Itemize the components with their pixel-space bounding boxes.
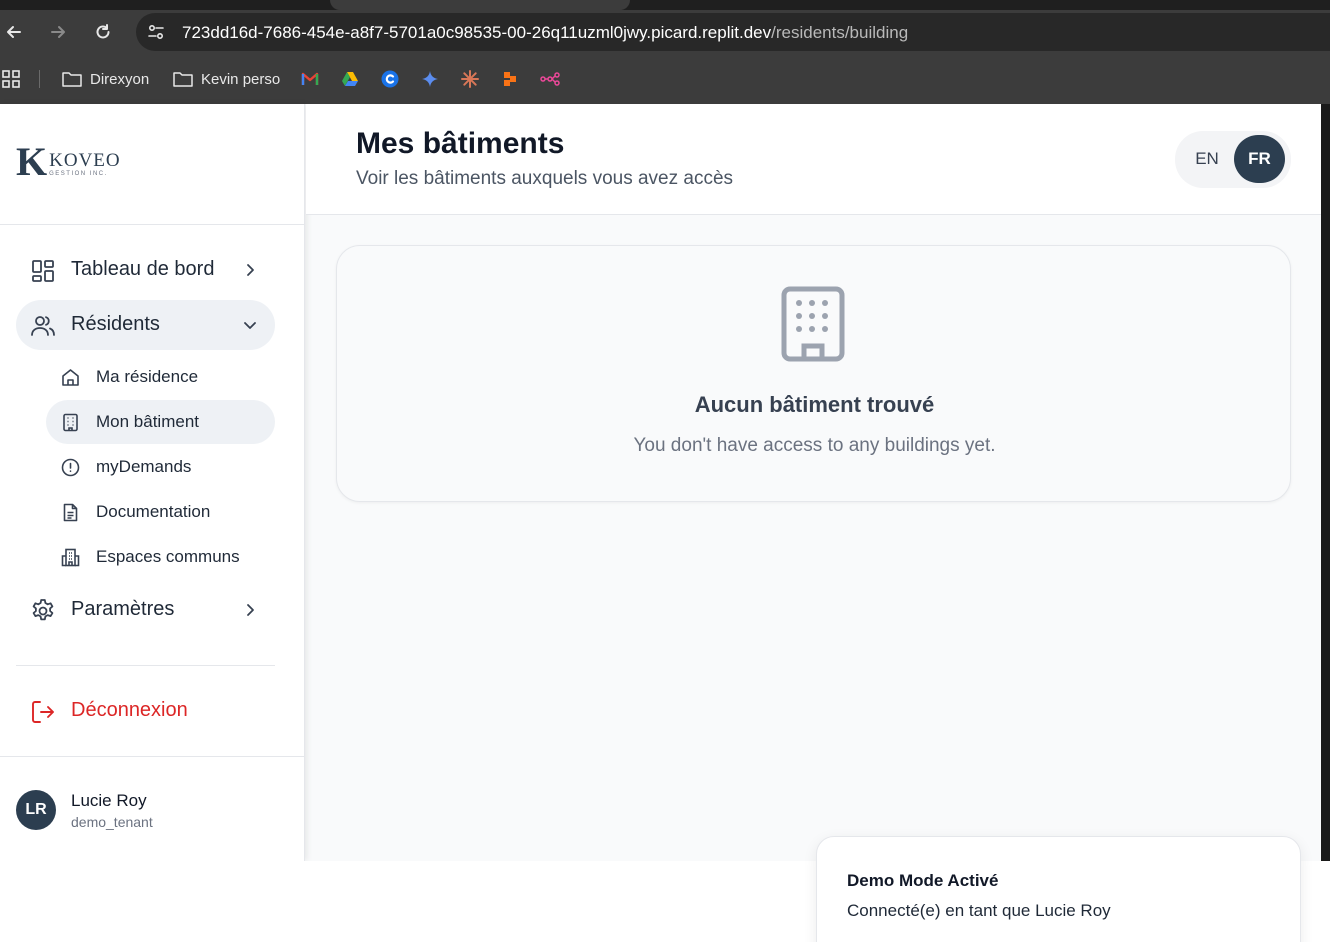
nav-item-label: Tableau de bord (71, 258, 215, 280)
sidebar-item-espaces-communs[interactable]: Espaces communs (46, 535, 275, 579)
alert-circle-icon (61, 458, 80, 477)
url-host: 723dd16d-7686-454e-a8f7-5701a0c98535-00-… (182, 23, 772, 42)
bookmark-label: Kevin perso (201, 70, 281, 88)
folder-icon (62, 72, 82, 87)
chevron-down-icon (244, 322, 256, 329)
flow-icon[interactable] (540, 70, 560, 88)
back-icon[interactable] (2, 20, 26, 44)
user-name: Lucie Roy (71, 791, 147, 810)
folder-icon (173, 72, 193, 87)
page-header: Mes bâtiments Voir les bâtiments auxquel… (306, 104, 1321, 215)
window-edge (1321, 104, 1330, 864)
sidebar-item-label: Espaces communs (96, 547, 240, 566)
bookmarks-bar: Direxyon Kevin perso (0, 54, 1330, 104)
chevron-right-icon (247, 604, 254, 616)
sidebar-item-label: Documentation (96, 502, 211, 521)
gemini-icon[interactable] (421, 70, 439, 88)
bookmark-kevin-perso[interactable]: Kevin perso (173, 68, 280, 90)
site-settings-icon[interactable] (146, 22, 166, 42)
logout-icon (32, 701, 54, 723)
home-icon (62, 369, 79, 386)
nav-item-label: Paramètres (71, 598, 175, 620)
page-title: Mes bâtiments (356, 127, 565, 160)
empty-state-card: Aucun bâtiment trouvé You don't have acc… (336, 245, 1291, 502)
bookmark-direxyon[interactable]: Direxyon (62, 68, 149, 90)
avatar: LR (16, 790, 56, 830)
logo-area: K KOVEO GESTION INC. (0, 104, 305, 225)
sidebar: K KOVEO GESTION INC. Tableau de bord Rés… (0, 104, 305, 861)
tab-strip (0, 0, 1330, 10)
nav-item-dashboard[interactable]: Tableau de bord (16, 245, 275, 295)
logo-mark: K (16, 139, 48, 184)
bookmark-label: Direxyon (90, 70, 150, 88)
forward-icon[interactable] (46, 20, 70, 44)
lang-fr-button[interactable]: FR (1234, 135, 1285, 183)
browser-toolbar: 723dd16d-7686-454e-a8f7-5701a0c98535-00-… (0, 10, 1330, 54)
gear-icon (32, 599, 54, 621)
document-icon (63, 503, 78, 522)
url-path: /residents/building (771, 23, 909, 42)
nav-item-label: Résidents (71, 313, 160, 335)
nav-item-parametres[interactable]: Paramètres (16, 585, 275, 635)
koveo-logo[interactable]: K KOVEO GESTION INC. (16, 139, 121, 184)
page-subtitle: Voir les bâtiments auxquels vous avez ac… (356, 168, 734, 189)
logout-label: Déconnexion (71, 699, 188, 721)
sidebar-item-ma-residence[interactable]: Ma résidence (46, 355, 275, 399)
sidebar-item-documentation[interactable]: Documentation (46, 490, 275, 534)
sidebar-item-mydemands[interactable]: myDemands (46, 445, 275, 489)
logout-button[interactable]: Déconnexion (16, 686, 275, 736)
dashboard-icon (32, 260, 54, 282)
user-role: demo_tenant (71, 814, 153, 830)
logo-subtitle: GESTION INC. (49, 171, 108, 177)
user-profile[interactable]: LR Lucie Roy demo_tenant (0, 756, 305, 861)
building-icon (781, 286, 845, 362)
nav-item-residents[interactable]: Résidents (16, 300, 275, 350)
users-icon (31, 316, 55, 336)
sidebar-divider (16, 665, 275, 666)
reload-icon[interactable] (91, 20, 115, 44)
gmail-icon[interactable] (301, 70, 319, 88)
toast-title: Demo Mode Activé (847, 871, 999, 890)
address-bar[interactable]: 723dd16d-7686-454e-a8f7-5701a0c98535-00-… (136, 13, 1330, 51)
c-app-icon[interactable] (381, 70, 399, 88)
logo-brand: KOVEO (49, 150, 121, 171)
language-switcher: EN FR (1175, 131, 1291, 188)
sidebar-item-label: myDemands (96, 457, 192, 476)
google-drive-icon[interactable] (341, 70, 359, 88)
sidebar-item-label: Ma résidence (96, 367, 199, 386)
url-text[interactable]: 723dd16d-7686-454e-a8f7-5701a0c98535-00-… (182, 23, 908, 43)
buildings-icon (61, 548, 80, 567)
toast-notification[interactable]: Demo Mode Activé Connecté(e) en tant que… (816, 836, 1301, 942)
empty-state-message: You don't have access to any buildings y… (633, 435, 996, 456)
active-tab[interactable] (330, 0, 630, 10)
lang-en-button[interactable]: EN (1183, 135, 1231, 183)
chevron-right-icon (247, 264, 254, 276)
building-icon (63, 413, 78, 432)
sidebar-item-mon-batiment[interactable]: Mon bâtiment (46, 400, 275, 444)
apps-icon[interactable] (2, 70, 20, 88)
toast-message: Connecté(e) en tant que Lucie Roy (847, 901, 1111, 920)
empty-state-title: Aucun bâtiment trouvé (694, 392, 935, 417)
bookmark-separator (39, 70, 40, 88)
orange-app-icon[interactable] (501, 70, 519, 88)
sidebar-item-label: Mon bâtiment (96, 412, 199, 431)
claude-icon[interactable] (461, 70, 479, 88)
